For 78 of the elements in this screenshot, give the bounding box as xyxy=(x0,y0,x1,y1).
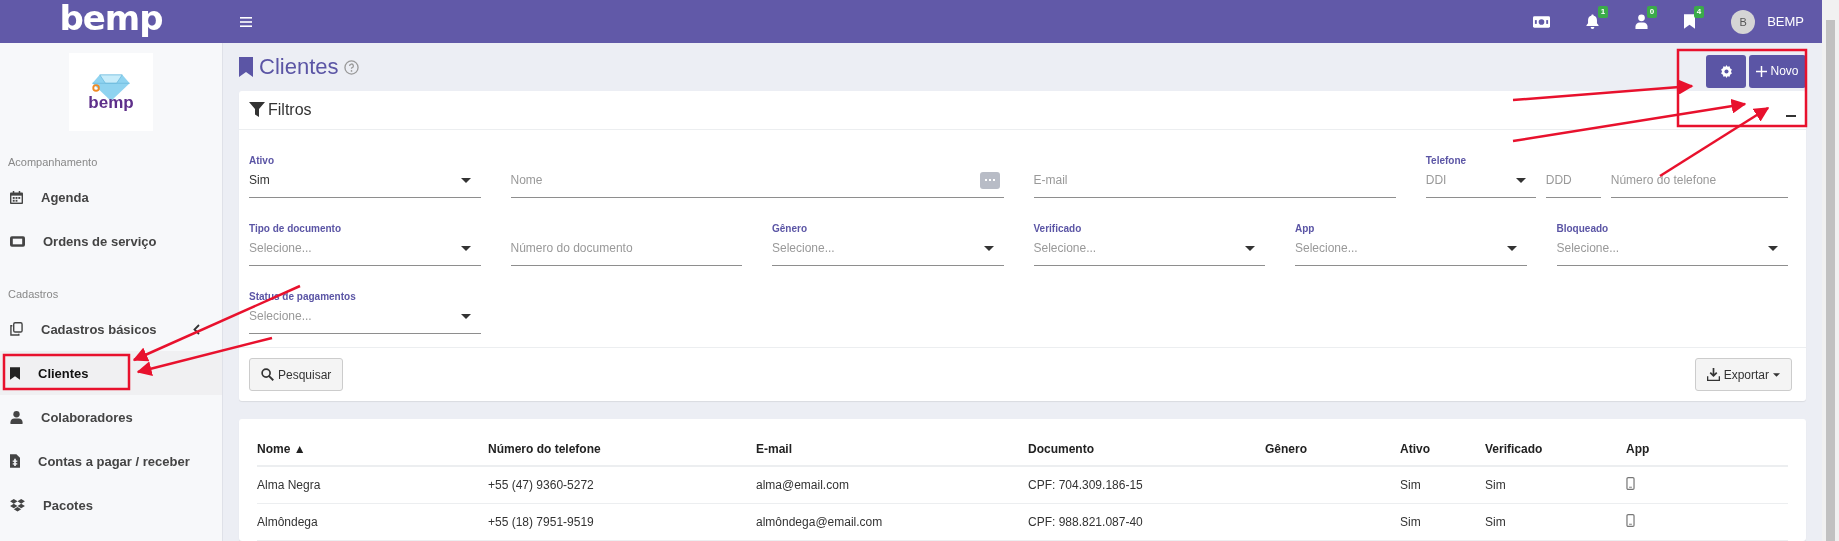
notification-badge: 1 xyxy=(1597,6,1609,18)
field-label: Ativo xyxy=(249,155,274,166)
section-title: Acompanhamento xyxy=(7,155,99,170)
table-cell: Sim xyxy=(1485,515,1506,529)
sidebar-item[interactable]: Contas a pagar / receber xyxy=(0,439,222,483)
field-label: Bloqueado xyxy=(1556,223,1609,234)
table-cell: almôndega@email.com xyxy=(756,515,883,529)
logo-text: bemp xyxy=(88,95,134,111)
table-cell: +55 (47) 9360-5272 xyxy=(488,478,594,492)
field-label: App xyxy=(1295,223,1315,234)
column-header[interactable]: Ativo xyxy=(1400,442,1485,456)
caret-icon xyxy=(460,177,471,183)
invoice-icon xyxy=(10,454,20,468)
caret-icon xyxy=(1245,245,1255,251)
gear-icon xyxy=(1719,64,1733,78)
caret-icon xyxy=(460,245,471,251)
user-icon[interactable] xyxy=(1635,14,1649,29)
notification-badge: 0 xyxy=(1646,6,1658,18)
caret-icon xyxy=(1773,372,1780,377)
copy-icon xyxy=(10,322,23,336)
bookmark-icon xyxy=(239,57,253,77)
caret-icon xyxy=(1515,177,1526,183)
field-label: Telefone xyxy=(1425,155,1467,166)
search-button[interactable]: Pesquisar xyxy=(249,358,344,391)
column-header[interactable]: Verificado xyxy=(1485,442,1626,456)
field-label: Verificado xyxy=(1033,223,1082,234)
chevron-icon xyxy=(193,323,200,335)
download-icon xyxy=(1706,368,1720,381)
select-field[interactable]: Sim xyxy=(249,163,481,198)
user-name[interactable]: BEMP xyxy=(1767,14,1804,29)
cash-icon[interactable] xyxy=(1533,15,1551,28)
field-label: Tipo de documento xyxy=(249,223,342,234)
caret-icon xyxy=(983,245,994,251)
sidebar-item[interactable]: Agenda xyxy=(0,175,222,219)
column-header[interactable]: Número do telefone xyxy=(488,442,756,456)
column-header[interactable]: Documento xyxy=(1028,442,1265,456)
boxes-icon xyxy=(10,498,25,512)
bookmark-icon xyxy=(10,366,20,380)
table-cell: CPF: 704.309.186-15 xyxy=(1028,478,1143,492)
caret-icon xyxy=(460,313,471,319)
column-header[interactable]: Gênero xyxy=(1265,442,1400,456)
table-cell: Sim xyxy=(1485,478,1506,492)
notification-badge: 4 xyxy=(1693,6,1705,18)
table-cell: alma@email.com xyxy=(756,478,849,492)
column-header[interactable]: Nome ▲ xyxy=(257,442,488,456)
ticket-icon xyxy=(10,235,25,247)
table-cell: Almôndega xyxy=(257,515,318,529)
settings-button[interactable] xyxy=(1706,54,1746,88)
table-cell: CPF: 988.821.087-40 xyxy=(1028,515,1143,529)
field-label: Gênero xyxy=(772,223,807,234)
bell-icon[interactable] xyxy=(1586,14,1600,29)
table-cell: Sim xyxy=(1400,478,1421,492)
export-button[interactable]: Exportar xyxy=(1694,358,1792,391)
caret-icon xyxy=(1768,245,1778,251)
column-header[interactable]: E-mail xyxy=(756,442,1028,456)
brand-logo[interactable]: bemp xyxy=(59,0,163,36)
menu-icon[interactable] xyxy=(240,16,252,27)
new-button[interactable]: Novo xyxy=(1749,54,1806,88)
sidebar-item[interactable]: Ordens de serviço xyxy=(0,219,222,263)
section-title: Cadastros xyxy=(7,287,60,302)
plus-icon xyxy=(1756,65,1768,77)
bookmark-icon[interactable] xyxy=(1684,14,1696,29)
sidebar-item[interactable]: Colaboradores xyxy=(0,395,222,439)
page-title: Clientes xyxy=(259,54,339,80)
table-cell: Alma Negra xyxy=(257,478,321,492)
sidebar-item[interactable]: Pacotes xyxy=(0,483,222,527)
table-cell: Sim xyxy=(1400,515,1421,529)
filter-icon xyxy=(249,102,265,118)
caret-icon xyxy=(1506,245,1517,251)
calendar-icon xyxy=(10,190,23,204)
scrollbar[interactable] xyxy=(1822,0,1839,541)
table-cell: +55 (18) 7951-9519 xyxy=(488,515,594,529)
user-icon xyxy=(10,410,23,424)
sidebar-item[interactable]: Cadastros básicos xyxy=(0,307,222,351)
user-avatar[interactable]: B xyxy=(1731,9,1756,34)
filters-title: Filtros xyxy=(268,101,312,119)
column-header[interactable]: App xyxy=(1626,442,1788,456)
search-icon xyxy=(261,368,274,381)
